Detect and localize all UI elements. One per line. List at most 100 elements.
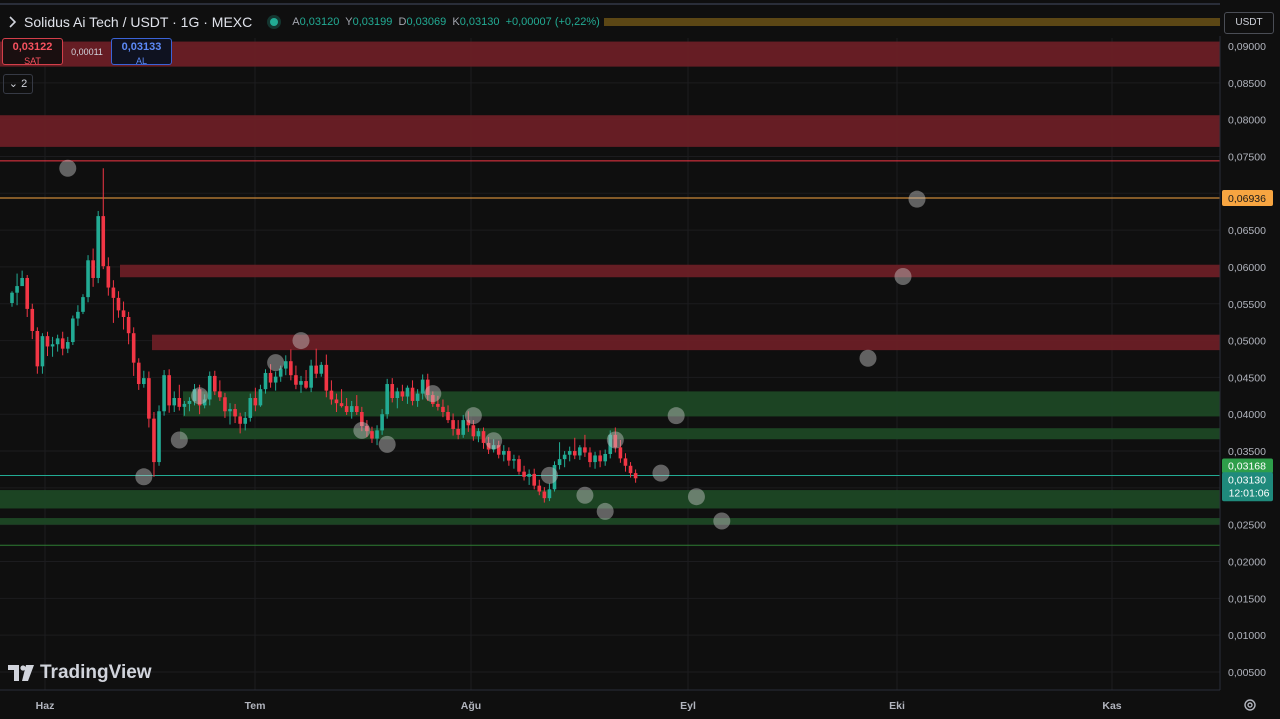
candle-body [537,485,542,492]
candle [522,465,526,481]
candle-body [532,473,537,486]
candle [319,361,324,377]
candle-body [603,453,607,462]
resistance-zone [0,115,1220,147]
candle [15,273,19,306]
candle [60,331,65,356]
candle-body [380,414,384,431]
price-label-text: 0,06936 [1228,193,1266,205]
candle [45,331,50,357]
price-chart[interactable]: 0,090000,085000,080000,075000,070000,065… [0,0,1280,719]
candle-body [142,378,146,385]
candle-body [385,384,389,415]
candle-body [213,375,217,392]
candle-body [441,406,445,413]
support-zone [0,518,1220,525]
candle-body [50,344,55,347]
candle-body [572,451,577,456]
spread-value: 0,00011 [71,46,103,57]
candle-body [294,375,298,385]
candle-body [451,420,455,429]
circle-marker [267,354,285,372]
candle-body [547,489,552,499]
candle-body [228,409,232,412]
time-tick-label: Eyl [680,700,696,712]
tradingview-logo[interactable]: TradingView [8,662,152,684]
candle [283,355,288,376]
candle-body [598,455,602,462]
price-tick-label: 0,02500 [1228,520,1266,532]
candle-body [172,398,177,406]
candle-body [55,338,60,345]
candle-body [233,409,237,417]
candle [385,378,389,419]
candle [81,294,85,315]
resistance-zone [120,264,1220,278]
candle-body [30,308,35,331]
candle-body [131,333,136,363]
chevron-down-icon: ⌄ [8,78,19,90]
circle-marker [652,464,670,482]
market-status-icon [270,18,279,26]
chart-header: Solidus Ai Tech / USDT · 1G · MEXC A0,03… [0,10,600,34]
sell-button[interactable]: 0,03122 SAT [2,38,63,66]
candle-body [253,398,258,406]
candle [76,305,80,326]
candle-body [471,425,476,437]
circle-marker [908,190,926,208]
circle-marker [540,466,558,484]
settings-icon[interactable] [1243,698,1257,712]
symbol-title[interactable]: Solidus Ai Tech / USDT · 1G · MEXC [24,14,252,30]
candle-body [147,378,151,419]
candle-body [456,428,460,435]
candle-body [20,277,24,287]
resistance-zone [0,41,1220,67]
candle-body [152,418,156,463]
circle-marker [667,407,685,425]
candle [167,369,171,413]
candle [304,370,308,390]
candle-body [461,420,466,435]
price-tick-label: 0,06500 [1228,225,1266,237]
candle-body [410,387,415,401]
candle [86,255,90,303]
price-change: +0,00007 (+0,22%) [505,16,600,28]
candle-body [126,317,131,334]
candle [71,315,75,345]
candle-body [121,310,126,318]
candle-body [628,465,633,474]
candle [578,445,582,460]
candle [111,280,116,323]
price-tick-label: 0,04000 [1228,409,1266,421]
circle-marker [894,268,912,286]
candle [633,469,638,483]
candle [567,446,572,462]
buy-button[interactable]: 0,03133 AL [111,38,172,66]
price-axis-bg [1220,0,1280,719]
price-tick-label: 0,08500 [1228,78,1266,90]
time-axis[interactable]: Haz Tem Ağu Eyl Eki Kas [0,689,1220,712]
candle-body [162,375,166,412]
price-label-text: 0,03168 [1228,460,1266,472]
candle [294,365,298,390]
candle-body [405,387,410,397]
candle-body [349,406,354,413]
candle-body [136,362,141,385]
candle-body [557,459,562,466]
candle-body [593,455,597,463]
circle-marker [424,385,442,403]
candle-body [207,375,212,400]
candle-body [623,458,628,466]
price-tick-label: 0,00500 [1228,667,1266,679]
candle [273,371,278,391]
candle [172,391,177,413]
collapse-arrow-icon[interactable] [6,15,20,29]
candle [147,371,151,428]
candle [106,257,111,296]
price-axis[interactable]: 0,090000,085000,080000,075000,070000,065… [1219,0,1280,719]
currency-select[interactable]: USDT [1224,12,1274,34]
indicators-toggle[interactable]: ⌄ 2 [3,74,33,94]
price-tick-label: 0,05500 [1228,299,1266,311]
candle-body [339,403,344,407]
candle-body [10,292,14,304]
